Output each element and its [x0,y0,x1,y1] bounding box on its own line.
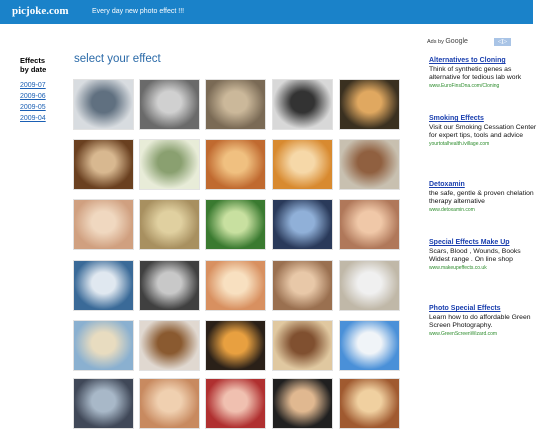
google-text: Google [445,38,468,45]
effect-thumbnail-bus-stop[interactable] [272,199,333,250]
date-link-2009-05[interactable]: 2009-05 [20,102,60,113]
effect-thumbnail-phone-girl[interactable] [272,260,333,311]
effect-thumbnail-beach-polaroid[interactable] [73,320,134,371]
effect-thumbnail-stamp[interactable] [139,139,200,190]
effect-thumbnail-eye[interactable] [139,79,200,130]
ad-title-link[interactable]: Detoxamin [429,181,539,190]
ad-url[interactable]: www.detoxamin.com [429,207,539,214]
effect-thumbnail-face-split[interactable] [139,378,200,429]
effect-thumbnail-canvas[interactable] [339,260,400,311]
ad-body: the safe, gentle & proven chelation ther… [429,189,534,206]
effect-thumbnail-frame-gallery[interactable] [272,139,333,190]
effects-by-date-title: Effects by date [20,56,47,74]
date-link-2009-04[interactable]: 2009-04 [20,113,60,124]
effect-thumbnail-fashion[interactable] [272,79,333,130]
ad-body: Think of synthetic genes as alternative … [429,65,522,82]
effect-thumbnail-shattered[interactable] [73,79,134,130]
ad-item: Special Effects Make Up Scars, Blood , W… [429,239,539,272]
effect-thumbnail-bw-laptop[interactable] [139,260,200,311]
ads-nav-arrows[interactable]: ◁▷ [494,38,511,46]
site-logo[interactable]: picjoke.com [12,5,69,17]
effect-thumbnail-tablet[interactable] [73,378,134,429]
date-link-2009-06[interactable]: 2009-06 [20,91,60,102]
date-link-2009-07[interactable]: 2009-07 [20,80,60,91]
effect-thumbnail-collage[interactable] [73,199,134,250]
ad-url[interactable]: www.makeupeffects.co.uk [429,265,539,272]
ad-title-link[interactable]: Smoking Effects [429,115,539,124]
ad-item: Photo Special Effects Learn how to do af… [429,305,539,338]
ad-item: Smoking Effects Visit our Smoking Cessat… [429,115,539,148]
ad-body: Scars, Blood , Wounds, Books Widest rang… [429,247,521,264]
effect-thumbnail-painting[interactable] [205,139,266,190]
ad-url[interactable]: www.EuroFinsDna.com/Cloning [429,83,539,90]
ad-url[interactable]: www.GreenScreenWizard.com [429,331,539,338]
effect-thumbnail-billboard-night[interactable] [339,79,400,130]
ad-item: Alternatives to Cloning Think of synthet… [429,57,539,90]
ads-by-google-label[interactable]: Ads by Google [427,38,468,45]
ad-title-link[interactable]: Alternatives to Cloning [429,57,539,66]
ad-body: Visit our Smoking Cessation Center for e… [429,123,537,140]
effect-thumbnail-stadium[interactable] [73,260,134,311]
effect-thumbnail-vintage-phone[interactable] [272,320,333,371]
effect-thumbnail-book[interactable] [73,139,134,190]
ad-title-link[interactable]: Photo Special Effects [429,305,539,314]
site-tagline: Every day new photo effect !!! [92,8,185,15]
ad-title-link[interactable]: Special Effects Make Up [429,239,539,248]
effect-thumbnail-soldiers[interactable] [205,79,266,130]
page-title: select your effect [74,53,161,65]
effect-thumbnail-sky[interactable] [339,320,400,371]
effect-thumbnail-filmstrip[interactable] [272,378,333,429]
effects-by-date-panel: Effects by date 2009-07 2009-06 2009-05 … [20,56,60,124]
site-header: picjoke.com Every day new photo effect !… [0,0,533,24]
effect-thumbnail-puzzle[interactable] [205,260,266,311]
effect-thumbnail-coffee[interactable] [139,320,200,371]
ad-body: Learn how to do affordable Green Screen … [429,313,531,330]
effect-thumbnail-tv[interactable] [339,139,400,190]
effect-thumbnail-wall-frame[interactable] [139,199,200,250]
ad-item: Detoxamin the safe, gentle & proven chel… [429,181,539,214]
effect-thumbnail-flowers[interactable] [339,199,400,250]
effect-thumbnail-red-dress[interactable] [205,378,266,429]
ad-url[interactable]: yourtotalhealth.ivillage.com [429,141,539,148]
effect-thumbnail-leaves[interactable] [205,199,266,250]
effect-thumbnail-blonde-film[interactable] [339,378,400,429]
ads-by-text: Ads by [427,39,444,45]
effect-thumbnail-silhouette[interactable] [205,320,266,371]
